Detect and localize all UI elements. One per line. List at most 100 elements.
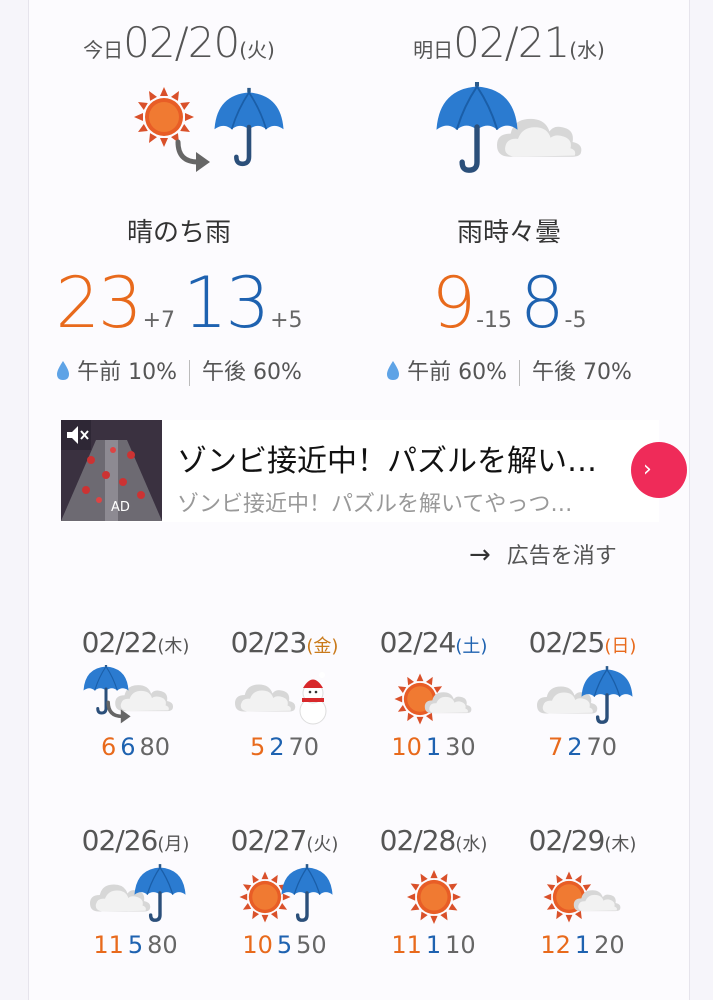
forecast-day-02-22[interactable]: 02/22(木) 6 6 80 [61,626,210,761]
forecast-precip: 80 [147,931,178,959]
forecast-precip: 50 [296,931,327,959]
forecast-numbers: 10 5 50 [210,931,359,959]
divider [519,360,520,386]
sun-then-rain-icon [124,82,294,196]
forecast-precip: 70 [586,733,618,761]
forecast-precip: 30 [445,733,476,761]
chevron-right-icon: › [643,457,652,482]
tomorrow-temperatures: 9-15 8-5 [359,262,659,344]
tomorrow-condition: 雨時々曇 [456,218,561,248]
forecast-numbers: 7 2 70 [508,733,657,761]
forecast-date: 02/27 [230,824,308,857]
forecast-low: 6 [120,733,136,761]
forecast-dow: (木) [604,834,637,855]
forecast-day-02-25[interactable]: 02/25(日) 7 2 70 [508,626,657,761]
forecast-numbers: 10 1 30 [359,733,508,761]
forecast-date-label: 02/24(土) [359,626,508,659]
rain-then-cloud-icon [61,665,210,731]
today-date: 02/20 [123,18,240,67]
forecast-date-label: 02/26(月) [61,824,210,857]
forecast-high: 7 [547,733,564,761]
sun-icon [359,863,508,929]
cloud-rain-icon [61,863,210,929]
forecast-low: 2 [567,733,583,761]
ad-title[interactable]: ゾンビ接近中！パズルを解い… [177,436,617,480]
sun-cloud-icon [359,665,508,731]
today-prefix: 今日 [83,38,124,62]
arrow-right-icon: → [469,540,491,570]
forecast-precip: 10 [445,931,476,959]
forecast-precip: 70 [288,733,320,761]
today-low-diff: +5 [270,308,303,333]
remove-ad-label: 広告を消す [506,544,617,569]
forecast-low: 5 [276,931,293,959]
tomorrow-rain-am: 午前 60% [407,360,507,385]
forecast-date-label: 02/22(木) [61,626,210,659]
ad-thumbnail[interactable]: AD [61,420,162,521]
forecast-date: 02/26 [81,824,159,857]
forecast-day-02-29[interactable]: 02/29(木) 12 1 20 [508,824,657,959]
sun-cloud-icon [508,863,657,929]
forecast-low: 1 [425,733,442,761]
tomorrow-high-diff: -15 [476,308,512,333]
today-high-diff: +7 [142,308,175,333]
rain-sometimes-cloud-icon [429,82,599,196]
raindrop-icon [387,361,400,380]
today-rain-chance: 午前 10% 午後 60% [29,354,329,386]
ad-banner[interactable]: AD ゾンビ接近中！パズルを解い… ゾンビ接近中！パズルを解いてやっつ… › [61,420,687,522]
tomorrow-low: 8 [520,262,565,344]
forecast-numbers: 11 5 80 [61,931,210,959]
forecast-high: 10 [391,733,422,761]
weather-card: 今日02/20(火) 晴のち雨 23+7 13+5 午前 10% 午後 60% 明日… [28,0,690,1000]
forecast-date: 02/25 [528,626,606,659]
forecast-numbers: 12 1 20 [508,931,657,959]
forecast-numbers: 6 6 80 [61,733,210,761]
today-low: 13 [183,262,270,344]
forecast-numbers: 11 1 10 [359,931,508,959]
tomorrow-dow: (水) [569,38,605,62]
forecast-precip: 80 [139,733,171,761]
forecast-dow: (土) [455,636,488,657]
forecast-date: 02/29 [528,824,606,857]
forecast-date-label: 02/25(日) [508,626,657,659]
forecast-day-02-28[interactable]: 02/28(水) 11 1 10 [359,824,508,959]
tomorrow-rain-chance: 午前 60% 午後 70% [359,354,659,386]
forecast-high: 10 [242,931,273,959]
cloud-rain-icon [508,665,657,731]
forecast-low: 1 [425,931,442,959]
forecast-date: 02/22 [81,626,159,659]
today-dow: (火) [239,38,275,62]
remove-ad-link[interactable]: → 広告を消す [469,538,617,570]
forecast-dow: (金) [306,636,339,657]
sun-rain-icon [210,863,359,929]
forecast-date: 02/23 [230,626,308,659]
divider [189,360,190,386]
forecast-dow: (火) [306,834,339,855]
forecast-high: 6 [100,733,117,761]
tomorrow-date: 02/21 [453,18,570,67]
forecast-date: 02/28 [379,824,457,857]
tomorrow-low-diff: -5 [564,308,587,333]
forecast-day-02-24[interactable]: 02/24(土) 10 1 30 [359,626,508,761]
forecast-precip: 20 [594,931,625,959]
forecast-high: 11 [391,931,422,959]
forecast-date-label: 02/28(水) [359,824,508,857]
tomorrow-rain-pm: 午後 70% [532,360,632,385]
ad-next-button[interactable]: › [631,442,687,498]
forecast-day-02-27[interactable]: 02/27(火) 10 5 50 [210,824,359,959]
forecast-numbers: 5 2 70 [210,733,359,761]
today-high: 23 [55,262,142,344]
forecast-day-02-26[interactable]: 02/26(月) 11 5 80 [61,824,210,959]
today-temperatures: 23+7 13+5 [29,262,329,344]
forecast-dow: (木) [157,636,190,657]
forecast-day-02-23[interactable]: 02/23(金) 5 2 70 [210,626,359,761]
forecast-high: 11 [93,931,124,959]
tomorrow-high: 9 [431,262,477,344]
forecast-low: 5 [127,931,144,959]
forecast-high: 12 [540,931,571,959]
forecast-high: 5 [249,733,266,761]
today-rain-am: 午前 10% [77,360,177,385]
forecast-low: 1 [574,931,591,959]
forecast-date-label: 02/23(金) [210,626,359,659]
ad-subtitle[interactable]: ゾンビ接近中！パズルを解いてやっつ… [177,486,617,518]
